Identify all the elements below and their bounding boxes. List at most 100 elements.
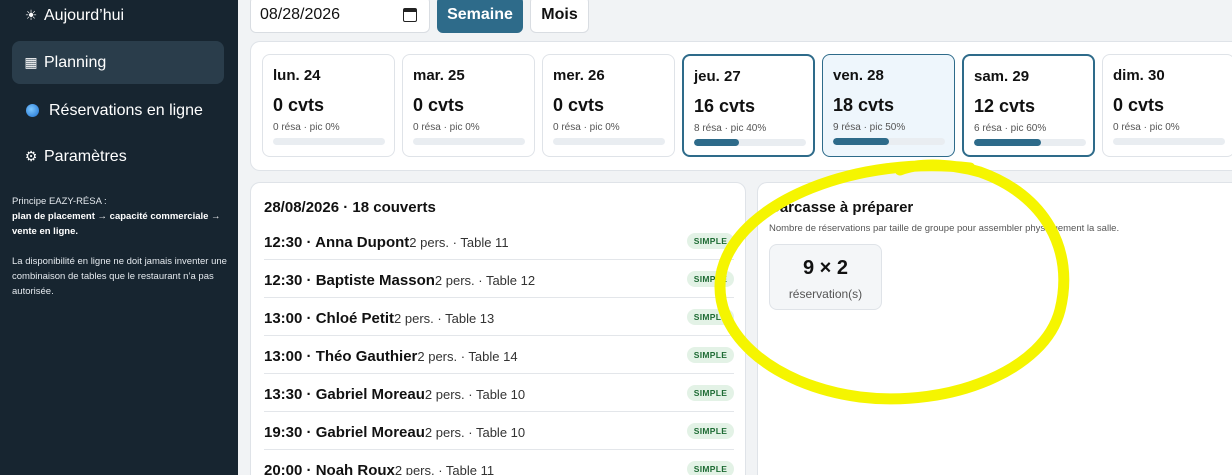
reservation-time-name: 13:00 · Théo Gauthier2 pers. · Table 14: [264, 348, 518, 365]
date-value: 08/28/2026: [260, 5, 341, 23]
reservation-time-name: 20:00 · Noah Roux2 pers. · Table 11: [264, 462, 494, 475]
week-overview: lun. 24 0 cvts 0 résa · pic 0% mar. 25 0 cvt…: [250, 41, 1232, 171]
day-covers: 18 cvts: [833, 95, 895, 115]
reservation-detail: 2 pers. · Table 10: [424, 387, 526, 402]
day-summary: 0 résa · pic 0%: [413, 122, 480, 133]
group-size-count: 9 × 2: [802, 257, 849, 279]
day-name: ven. 28: [833, 67, 884, 84]
peak-bar: [694, 139, 806, 146]
month-view-button[interactable]: Mois: [530, 0, 589, 33]
reservation-time-name: 13:30 · Gabriel Moreau2 pers. · Table 10: [264, 386, 525, 403]
reservation-detail: 2 pers. · Table 13: [394, 311, 495, 326]
sidebar-item-label: Paramètres: [44, 147, 127, 165]
reservation-list-panel: 28/08/2026 · 18 couverts 12:30 · Anna Du…: [250, 182, 746, 475]
gear-icon: ⚙: [24, 148, 38, 164]
day-card[interactable]: jeu. 27 16 cvts 8 résa · pic 40%: [682, 54, 815, 157]
grid-icon: ▦: [24, 54, 38, 70]
group-size-label: réservation(s): [788, 287, 863, 301]
reservation-main: 12:30 · Baptiste Masson: [264, 272, 435, 289]
group-size-card: 9 × 2 réservation(s): [769, 244, 882, 310]
reservation-row[interactable]: 12:30 · Anna Dupont2 pers. · Table 11 SIM…: [264, 222, 734, 260]
day-card[interactable]: sam. 29 12 cvts 6 résa · pic 60%: [962, 54, 1095, 157]
globe-icon: [26, 104, 39, 117]
reservation-main: 13:30 · Gabriel Moreau: [264, 386, 425, 403]
carcass-panel: Carcasse à préparer Nombre de réservatio…: [757, 182, 1232, 475]
calendar-icon[interactable]: [403, 8, 417, 22]
carcass-title: Carcasse à préparer: [769, 199, 914, 216]
sun-icon: ☀: [24, 7, 38, 23]
day-card[interactable]: lun. 24 0 cvts 0 résa · pic 0%: [262, 54, 395, 157]
date-input[interactable]: 08/28/2026: [250, 0, 430, 33]
peak-bar-fill: [694, 139, 739, 146]
peak-bar: [553, 138, 665, 145]
day-name: mar. 25: [413, 67, 465, 84]
reservation-type-badge: SIMPLE: [687, 309, 734, 325]
reservation-detail: 2 pers. · Table 12: [434, 273, 536, 288]
peak-bar: [273, 138, 385, 145]
day-name: lun. 24: [273, 67, 321, 84]
availability-note: La disponibilité en ligne ne doit jamais…: [12, 256, 227, 297]
day-name: mer. 26: [553, 67, 605, 84]
sidebar-item-planning[interactable]: ▦ Planning: [12, 41, 224, 84]
reservation-main: 20:00 · Noah Roux: [264, 462, 395, 475]
reservation-row[interactable]: 20:00 · Noah Roux2 pers. · Table 11 SIMPL…: [264, 450, 734, 475]
reservation-type-badge: SIMPLE: [687, 385, 734, 401]
sidebar-item-label: Aujourd’hui: [44, 6, 125, 24]
day-card[interactable]: mer. 26 0 cvts 0 résa · pic 0%: [542, 54, 675, 157]
reservation-type-badge: SIMPLE: [687, 347, 734, 363]
reservation-row[interactable]: 19:30 · Gabriel Moreau2 pers. · Table 10…: [264, 412, 734, 450]
day-summary: 0 résa · pic 0%: [273, 122, 340, 133]
day-summary: 0 résa · pic 0%: [553, 122, 620, 133]
reservation-row[interactable]: 13:30 · Gabriel Moreau2 pers. · Table 10…: [264, 374, 734, 412]
day-summary: 9 résa · pic 50%: [833, 122, 906, 133]
reservation-time-name: 12:30 · Baptiste Masson2 pers. · Table 1…: [264, 272, 535, 289]
day-summary: 6 résa · pic 60%: [974, 123, 1047, 134]
sidebar-item-settings[interactable]: ⚙ Paramètres: [12, 135, 224, 178]
reservation-row[interactable]: 13:00 · Théo Gauthier2 pers. · Table 14 S…: [264, 336, 734, 374]
peak-bar-fill: [974, 139, 1042, 146]
reservation-type-badge: SIMPLE: [687, 271, 734, 287]
reservation-row[interactable]: 12:30 · Baptiste Masson2 pers. · Table 1…: [264, 260, 734, 298]
day-name: dim. 30: [1113, 67, 1165, 84]
day-covers: 0 cvts: [553, 95, 605, 115]
peak-bar-fill: [833, 138, 889, 145]
day-summary: 8 résa · pic 40%: [694, 123, 767, 134]
reservation-main: 12:30 · Anna Dupont: [264, 234, 410, 251]
day-covers: 12 cvts: [974, 96, 1036, 116]
reservation-type-badge: SIMPLE: [687, 233, 734, 249]
reservation-time-name: 13:00 · Chloé Petit2 pers. · Table 13: [264, 310, 494, 327]
day-name: jeu. 27: [694, 68, 741, 85]
day-covers: 0 cvts: [273, 95, 325, 115]
week-view-button[interactable]: Semaine: [437, 0, 523, 33]
peak-bar: [833, 138, 945, 145]
sidebar-item-online-reservations[interactable]: Réservations en ligne: [12, 89, 224, 132]
reservation-time-name: 19:30 · Gabriel Moreau2 pers. · Table 10: [264, 424, 525, 441]
day-card[interactable]: mar. 25 0 cvts 0 résa · pic 0%: [402, 54, 535, 157]
principle-note: Principe EAZY-RÉSA : plan de placement →…: [12, 194, 227, 239]
reservation-detail: 2 pers. · Table 11: [409, 235, 509, 250]
reservation-type-badge: SIMPLE: [687, 461, 734, 475]
day-card[interactable]: ven. 28 18 cvts 9 résa · pic 50%: [822, 54, 955, 157]
peak-bar: [1113, 138, 1225, 145]
day-covers: 0 cvts: [413, 95, 465, 115]
reservation-main: 13:00 · Théo Gauthier: [264, 348, 418, 365]
reservation-detail: 2 pers. · Table 14: [417, 349, 518, 364]
reservation-type-badge: SIMPLE: [687, 423, 734, 439]
carcass-description: Nombre de réservations par taille de gro…: [769, 223, 1120, 234]
reservation-time-name: 12:30 · Anna Dupont2 pers. · Table 11: [264, 234, 509, 251]
day-card[interactable]: dim. 30 0 cvts 0 résa · pic 0%: [1102, 54, 1232, 157]
reservation-detail: 2 pers. · Table 11: [394, 463, 495, 475]
reservation-main: 13:00 · Chloé Petit: [264, 310, 395, 327]
sidebar-item-today[interactable]: ☀ Aujourd’hui: [12, 0, 224, 37]
day-covers: 0 cvts: [1113, 95, 1165, 115]
sidebar-item-label: Planning: [44, 53, 107, 71]
day-summary: 0 résa · pic 0%: [1113, 122, 1180, 133]
reservation-list-title: 28/08/2026 · 18 couverts: [264, 199, 436, 216]
reservation-main: 19:30 · Gabriel Moreau: [264, 424, 425, 441]
reservation-row[interactable]: 13:00 · Chloé Petit2 pers. · Table 13 SIM…: [264, 298, 734, 336]
day-covers: 16 cvts: [694, 96, 756, 116]
principle-text: plan de placement → capacité commerciale…: [12, 211, 221, 237]
principle-intro: Principe EAZY-RÉSA :: [12, 196, 107, 207]
sidebar-item-label: Réservations en ligne: [49, 101, 203, 119]
reservation-detail: 2 pers. · Table 10: [424, 425, 526, 440]
